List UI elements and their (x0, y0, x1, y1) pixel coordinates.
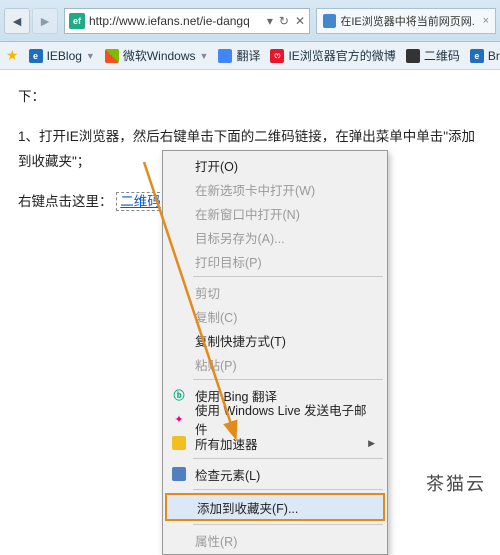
menu-separator (193, 458, 383, 459)
windows-live-icon: ✦ (171, 411, 187, 427)
nav-arrows: ◄ ► (4, 8, 58, 34)
address-bar[interactable]: ef http://www.iefans.net/ie-dangq ▾ ↻ ✕ (64, 8, 310, 34)
menu-open[interactable]: 打开(O) (165, 153, 385, 177)
menu-save-target: 目标另存为(A)... (165, 225, 385, 249)
address-icons: ▾ ↻ ✕ (267, 14, 305, 28)
fav-item-weibo[interactable]: ෆ IE浏览器官方的微博 (270, 47, 395, 64)
menu-inspect-element[interactable]: 检查元素(L) (165, 462, 385, 486)
menu-label: 粘贴(P) (195, 355, 237, 374)
menu-label: 在新窗口中打开(N) (195, 204, 300, 223)
ie-icon: e (470, 49, 484, 63)
menu-label: 打印目标(P) (195, 252, 262, 271)
favorites-bar: ★ e IEBlog ▼ 微软Windows ▼ 翻译 ෆ IE浏览器官方的微博… (0, 42, 500, 70)
fav-label: IE浏览器官方的微博 (288, 47, 395, 64)
menu-all-accelerators[interactable]: 所有加速器 ▶ (165, 431, 385, 455)
fav-label: 翻译 (236, 47, 260, 64)
menu-label: 在新选项卡中打开(W) (195, 180, 315, 199)
browser-tab[interactable]: 在IE浏览器中将当前网页网... × (316, 8, 496, 34)
content-line-0: 下： (18, 84, 482, 110)
menu-separator (193, 524, 383, 525)
menu-open-new-tab: 在新选项卡中打开(W) (165, 177, 385, 201)
menu-add-to-favorites[interactable]: 添加到收藏夹(F)... (165, 493, 385, 521)
tab-favicon (323, 14, 336, 28)
menu-label: 复制(C) (195, 307, 237, 326)
forward-button[interactable]: ► (32, 8, 58, 34)
link-prefix: 右键点击这里： (18, 194, 113, 209)
tab-title: 在IE浏览器中将当前网页网... (340, 13, 474, 29)
accelerator-icon (172, 436, 186, 450)
submenu-arrow-icon: ▶ (368, 438, 375, 449)
fav-label: 微软Windows (123, 47, 196, 64)
stop-icon[interactable]: ✕ (295, 14, 305, 28)
fav-item-translate[interactable]: 翻译 (218, 47, 260, 64)
weibo-icon: ෆ (270, 49, 284, 63)
menu-print-target: 打印目标(P) (165, 249, 385, 273)
fav-item-brooksville[interactable]: e Brooksville C (470, 49, 500, 63)
refresh-icon[interactable]: ↻ (279, 14, 289, 28)
windows-icon (105, 49, 119, 63)
menu-label: 所有加速器 (195, 434, 258, 453)
tab-close-icon[interactable]: × (483, 15, 489, 27)
menu-cut: 剪切 (165, 280, 385, 304)
fav-label: IEBlog (47, 49, 82, 63)
menu-copy: 复制(C) (165, 304, 385, 328)
menu-label: 添加到收藏夹(F)... (197, 498, 298, 517)
menu-live-mail[interactable]: ✦ 使用 Windows Live 发送电子邮件 (165, 407, 385, 431)
bing-icon: ⓑ (171, 387, 187, 403)
menu-separator (193, 379, 383, 380)
fav-label: 二维码 (424, 47, 460, 64)
fav-item-windows[interactable]: 微软Windows ▼ (105, 47, 209, 64)
favorites-star-icon[interactable]: ★ (6, 47, 19, 64)
context-menu: 打开(O) 在新选项卡中打开(W) 在新窗口中打开(N) 目标另存为(A)...… (162, 150, 388, 555)
inspect-icon (172, 467, 186, 481)
translate-icon (218, 49, 232, 63)
menu-label: 目标另存为(A)... (195, 228, 285, 247)
fav-label: Brooksville C (488, 49, 500, 63)
qrcode-icon (406, 49, 420, 63)
browser-titlebar: ◄ ► ef http://www.iefans.net/ie-dangq ▾ … (0, 0, 500, 42)
menu-copy-shortcut[interactable]: 复制快捷方式(T) (165, 328, 385, 352)
menu-properties: 属性(R) (165, 528, 385, 552)
fav-item-qrcode[interactable]: 二维码 (406, 47, 460, 64)
back-button[interactable]: ◄ (4, 8, 30, 34)
site-favicon: ef (69, 13, 85, 29)
menu-separator (193, 489, 383, 490)
ie-icon: e (29, 49, 43, 63)
qrcode-link[interactable]: 二维码 (116, 192, 165, 211)
url-text: http://www.iefans.net/ie-dangq (89, 14, 263, 28)
menu-open-new-window: 在新窗口中打开(N) (165, 201, 385, 225)
menu-label: 剪切 (195, 283, 220, 302)
fav-item-ieblog[interactable]: e IEBlog ▼ (29, 49, 95, 63)
dropdown-icon[interactable]: ▾ (267, 14, 273, 28)
menu-label: 检查元素(L) (195, 465, 260, 484)
menu-label: 复制快捷方式(T) (195, 331, 286, 350)
menu-label: 打开(O) (195, 156, 238, 175)
chevron-down-icon: ▼ (86, 51, 95, 61)
menu-label: 属性(R) (195, 531, 237, 550)
menu-separator (193, 276, 383, 277)
watermark-text: 茶猫云 (426, 470, 486, 496)
menu-paste: 粘贴(P) (165, 352, 385, 376)
chevron-down-icon: ▼ (200, 51, 209, 61)
